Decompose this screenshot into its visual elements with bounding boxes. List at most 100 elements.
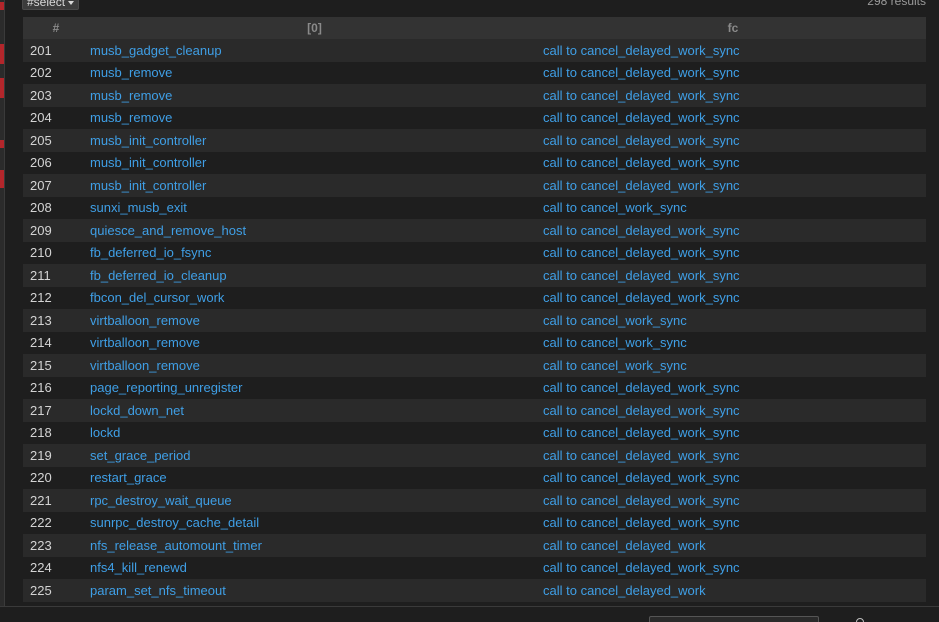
function-link[interactable]: nfs4_kill_renewd [90,560,187,575]
function-cell: fb_deferred_io_cleanup [89,264,540,287]
call-cell: call to cancel_delayed_work_sync [540,129,926,152]
function-cell: musb_remove [89,106,540,129]
call-link[interactable]: call to cancel_delayed_work_sync [543,178,740,193]
call-cell: call to cancel_delayed_work_sync [540,61,926,84]
column-header-index[interactable]: # [23,17,89,39]
function-link[interactable]: sunrpc_destroy_cache_detail [90,515,259,530]
call-link[interactable]: call to cancel_delayed_work_sync [543,155,740,170]
function-cell: restart_grace [89,466,540,489]
function-link[interactable]: virtballoon_remove [90,358,200,373]
call-link[interactable]: call to cancel_delayed_work_sync [543,88,740,103]
call-link[interactable]: call to cancel_delayed_work_sync [543,65,740,80]
call-cell: call to cancel_work_sync [540,354,926,377]
function-link[interactable]: musb_remove [90,110,172,125]
call-link[interactable]: call to cancel_delayed_work_sync [543,223,740,238]
table-row: 203 musb_remove call to cancel_delayed_wor… [23,84,926,107]
function-cell: lockd_down_net [89,399,540,422]
function-link[interactable]: lockd [90,425,120,440]
function-link[interactable]: musb_gadget_cleanup [90,43,222,58]
function-link[interactable]: restart_grace [90,470,167,485]
call-link[interactable]: call to cancel_delayed_work_sync [543,493,740,508]
column-header-function[interactable]: [0] [89,17,540,39]
row-index-cell: 217 [23,399,89,422]
call-link[interactable]: call to cancel_delayed_work_sync [543,448,740,463]
call-link[interactable]: call to cancel_delayed_work [543,538,706,553]
row-index-cell: 218 [23,421,89,444]
function-link[interactable]: rpc_destroy_wait_queue [90,493,232,508]
function-link[interactable]: musb_remove [90,88,172,103]
call-cell: call to cancel_delayed_work_sync [540,174,926,197]
call-link[interactable]: call to cancel_delayed_work_sync [543,43,740,58]
gutter-marker [0,2,4,10]
call-cell: call to cancel_delayed_work [540,579,926,602]
call-link[interactable]: call to cancel_delayed_work_sync [543,268,740,283]
call-link[interactable]: call to cancel_delayed_work_sync [543,133,740,148]
call-cell: call to cancel_delayed_work_sync [540,444,926,467]
table-row: 217 lockd_down_net call to cancel_delayed_… [23,399,926,422]
table-row: 216 page_reporting_unregister call to canc… [23,376,926,399]
results-table: # [0] fc 201 musb_gadget_cleanupcall to c… [23,17,926,602]
function-cell: sunrpc_destroy_cache_detail [89,511,540,534]
row-index-cell: 204 [23,106,89,129]
row-index-cell: 201 [23,39,89,62]
result-set-select[interactable]: #select [22,0,80,10]
call-link[interactable]: call to cancel_work_sync [543,335,687,350]
table-row: 208 sunxi_musb_exit call to cancel_work_sy… [23,196,926,219]
call-link[interactable]: call to cancel_work_sync [543,200,687,215]
function-link[interactable]: set_grace_period [90,448,190,463]
results-toolbar: #select 298 results [22,0,926,10]
row-index-cell: 215 [23,354,89,377]
function-link[interactable]: sunxi_musb_exit [90,200,187,215]
function-cell: virtballoon_remove [89,331,540,354]
call-cell: call to cancel_delayed_work [540,534,926,557]
function-link[interactable]: musb_init_controller [90,133,206,148]
table-row: 214 virtballoon_remove call to cancel_work… [23,331,926,354]
call-cell: call to cancel_delayed_work_sync [540,556,926,579]
table-row: 224 nfs4_kill_renewd call to cancel_delaye… [23,556,926,579]
call-link[interactable]: call to cancel_delayed_work_sync [543,470,740,485]
gutter-marker [0,170,4,188]
function-link[interactable]: virtballoon_remove [90,313,200,328]
function-link[interactable]: param_set_nfs_timeout [90,583,226,598]
table-header-row: # [0] fc [23,17,926,39]
row-index-cell: 222 [23,511,89,534]
function-link[interactable]: nfs_release_automount_timer [90,538,262,553]
function-link[interactable]: lockd_down_net [90,403,184,418]
call-link[interactable]: call to cancel_delayed_work_sync [543,380,740,395]
table-row: 218 lockd call to cancel_delayed_work_sync [23,421,926,444]
row-index-cell: 221 [23,489,89,512]
function-link[interactable]: quiesce_and_remove_host [90,223,246,238]
function-link[interactable]: fb_deferred_io_cleanup [90,268,227,283]
function-link[interactable]: musb_remove [90,65,172,80]
call-link[interactable]: call to cancel_delayed_work_sync [543,110,740,125]
call-link[interactable]: call to cancel_delayed_work_sync [543,515,740,530]
function-cell: musb_init_controller [89,129,540,152]
call-cell: call to cancel_delayed_work_sync [540,241,926,264]
function-link[interactable]: page_reporting_unregister [90,380,243,395]
call-link[interactable]: call to cancel_delayed_work_sync [543,245,740,260]
call-link[interactable]: call to cancel_work_sync [543,313,687,328]
table-row: 225 param_set_nfs_timeout call to cancel_d… [23,579,926,602]
column-header-fc[interactable]: fc [540,17,926,39]
function-link[interactable]: virtballoon_remove [90,335,200,350]
call-link[interactable]: call to cancel_delayed_work [543,583,706,598]
function-cell: musb_remove [89,84,540,107]
call-link[interactable]: call to cancel_delayed_work_sync [543,290,740,305]
call-cell: call to cancel_work_sync [540,196,926,219]
call-link[interactable]: call to cancel_delayed_work_sync [543,560,740,575]
bottom-text-field[interactable] [649,616,819,622]
radio-icon[interactable] [856,618,864,622]
call-link[interactable]: call to cancel_work_sync [543,358,687,373]
call-cell: call to cancel_delayed_work_sync [540,489,926,512]
function-link[interactable]: musb_init_controller [90,155,206,170]
row-index-cell: 208 [23,196,89,219]
function-link[interactable]: fb_deferred_io_fsync [90,245,211,260]
function-cell: musb_remove [89,61,540,84]
call-link[interactable]: call to cancel_delayed_work_sync [543,403,740,418]
function-link[interactable]: musb_init_controller [90,178,206,193]
call-cell: call to cancel_work_sync [540,331,926,354]
call-link[interactable]: call to cancel_delayed_work_sync [543,425,740,440]
table-row: 222 sunrpc_destroy_cache_detail call to ca… [23,511,926,534]
function-link[interactable]: fbcon_del_cursor_work [90,290,224,305]
table-row: 211 fb_deferred_io_cleanup call to cancel_… [23,264,926,287]
